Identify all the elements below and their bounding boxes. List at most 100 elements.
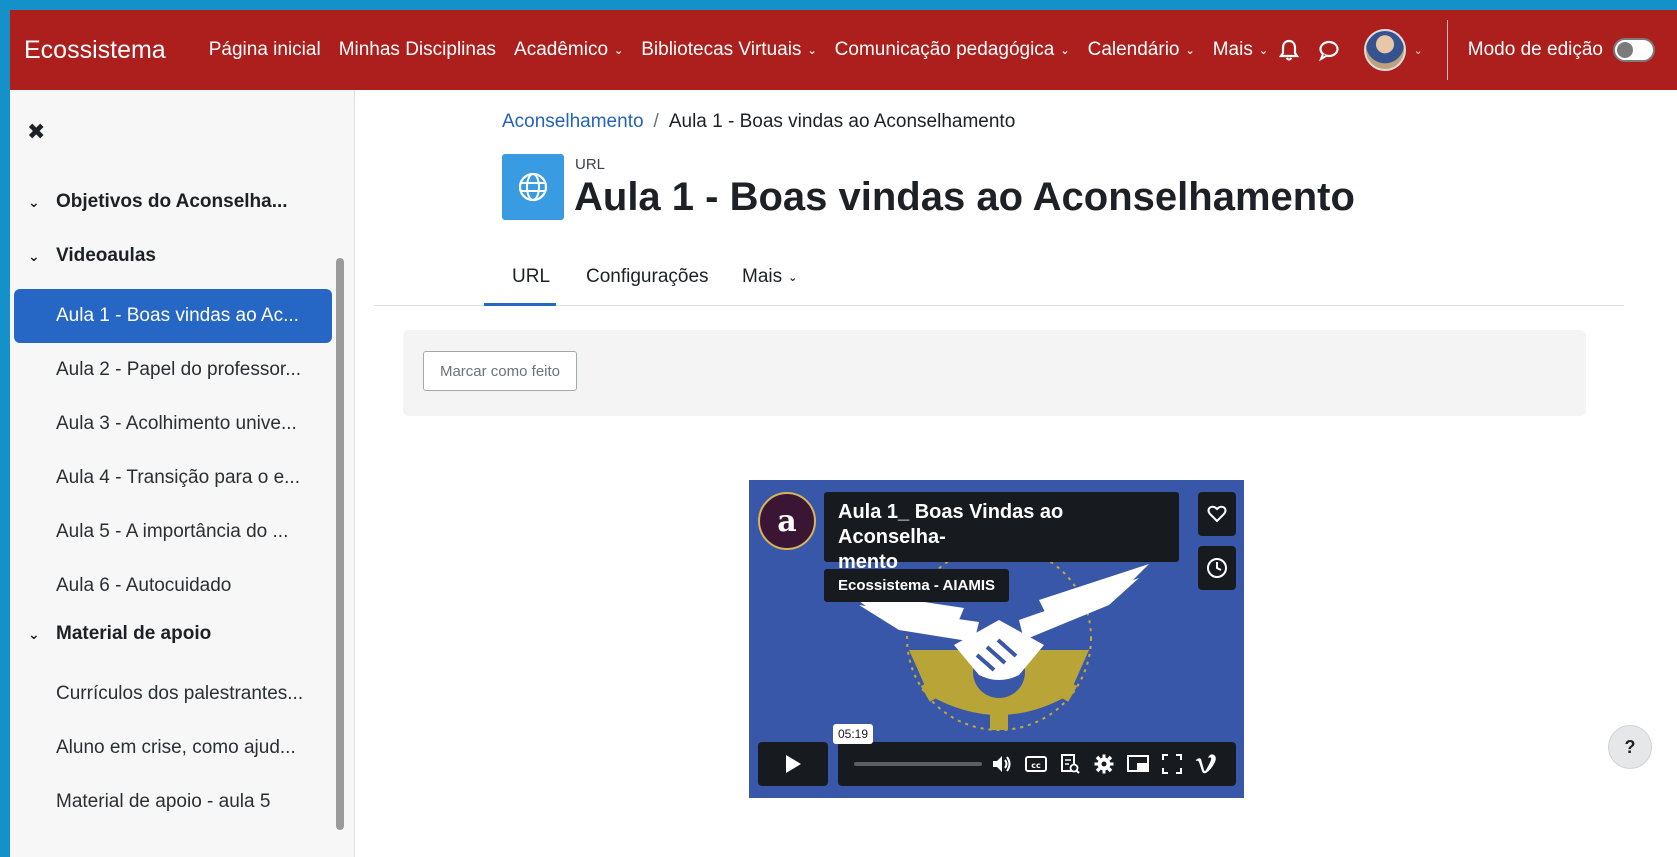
tab-settings[interactable]: Configurações <box>586 266 709 288</box>
sidebar-scrollbar[interactable] <box>336 258 344 830</box>
vimeo-icon[interactable] <box>1194 752 1218 776</box>
clock-icon[interactable] <box>1198 546 1236 590</box>
sidebar-item-label: Aula 1 - Boas vindas ao Ac... <box>56 305 299 326</box>
activity-completion: Marcar como feito <box>403 330 1586 416</box>
secondary-navigation: URL Configurações Mais ⌄ <box>374 250 1624 306</box>
video-controls: cc <box>990 752 1228 776</box>
video-time-tooltip: 05:19 <box>833 724 874 744</box>
chevron-down-icon: ⌄ <box>1185 44 1195 57</box>
picture-in-picture-icon[interactable] <box>1126 752 1150 776</box>
sidebar-item-aula-1[interactable]: Aula 1 - Boas vindas ao Ac... <box>14 289 332 343</box>
globe-icon <box>502 154 564 220</box>
sidebar-section-objectives[interactable]: ⌄ Objetivos do Aconselha... <box>28 191 288 213</box>
tab-label: Configurações <box>586 266 709 287</box>
sidebar-section-videoaulas[interactable]: ⌄ Videoaulas <box>28 245 156 267</box>
volume-icon[interactable] <box>990 752 1014 776</box>
sidebar-item-aula-4[interactable]: Aula 4 - Transição para o e... <box>14 451 332 505</box>
edit-mode-label: Modo de edição <box>1467 39 1603 60</box>
chat-icon[interactable] <box>1316 37 1342 63</box>
svg-text:cc: cc <box>1031 761 1041 770</box>
tab-label: URL <box>512 266 551 287</box>
section-label: Videoaulas <box>56 245 156 266</box>
activity-type-label: URL <box>575 156 606 173</box>
breadcrumb-separator: / <box>653 111 659 132</box>
nav-virtual-libraries[interactable]: Bibliotecas Virtuais ⌄ <box>641 39 816 61</box>
play-icon <box>786 755 801 773</box>
sidebar-item-aluno-em-crise[interactable]: Aluno em crise, como ajud... <box>14 721 332 775</box>
sidebar-item-aula-5[interactable]: Aula 5 - A importância do ... <box>14 505 332 559</box>
sidebar-item-label: Aula 3 - Acolhimento unive... <box>56 413 297 434</box>
channel-avatar[interactable]: a <box>758 492 816 550</box>
chevron-down-icon: ⌄ <box>1258 44 1269 57</box>
close-icon[interactable]: ✖ <box>27 119 45 145</box>
breadcrumb-current: Aula 1 - Boas vindas ao Aconselhamento <box>668 111 1016 132</box>
tab-label: Mais <box>742 266 783 287</box>
sidebar-item-label: Aula 2 - Papel do professor... <box>56 359 302 380</box>
nav-more-label: Mais <box>1212 39 1253 60</box>
brand-logo[interactable]: Ecossistema <box>24 36 166 65</box>
sidebar-item-material-aula-5[interactable]: Material de apoio - aula 5 <box>14 775 332 829</box>
nav-more[interactable]: Mais ⌄ <box>1213 39 1268 61</box>
sidebar-item-label: Material de apoio - aula 5 <box>56 791 271 812</box>
chevron-down-icon: ⌄ <box>807 44 817 57</box>
nav-calendar[interactable]: Calendário ⌄ <box>1088 39 1195 61</box>
course-index-drawer: ✖ ⌄ Objetivos do Aconselha... ⌄ Videoaul… <box>10 90 355 857</box>
transcript-icon[interactable] <box>1058 752 1082 776</box>
sidebar-item-curriculos[interactable]: Currículos dos palestrantes... <box>14 667 332 721</box>
help-button[interactable]: ? <box>1608 725 1652 769</box>
top-navbar: Ecossistema Página inicial Minhas Discip… <box>10 10 1677 90</box>
nav-home-label: Página inicial <box>208 39 321 60</box>
nav-pedagogical-communication-label: Comunicação pedagógica <box>834 39 1055 60</box>
bell-icon[interactable] <box>1276 37 1302 63</box>
active-tab-indicator <box>484 303 556 306</box>
sidebar-section-material[interactable]: ⌄ Material de apoio <box>28 623 211 645</box>
sidebar-item-label: Aula 4 - Transição para o e... <box>56 467 300 488</box>
fullscreen-icon[interactable] <box>1160 752 1184 776</box>
navbar-divider <box>1446 20 1448 80</box>
sidebar-item-label: Aula 5 - A importância do ... <box>56 521 289 542</box>
tab-more[interactable]: Mais ⌄ <box>742 266 797 288</box>
nav-my-courses[interactable]: Minhas Disciplinas <box>339 39 496 61</box>
edit-mode-toggle[interactable] <box>1613 38 1655 62</box>
sidebar-item-label: Aluno em crise, como ajud... <box>56 737 296 758</box>
chevron-down-icon: ⌄ <box>1060 44 1070 57</box>
nav-my-courses-label: Minhas Disciplinas <box>338 39 497 60</box>
breadcrumb-course-link[interactable]: Aconselhamento <box>502 111 644 133</box>
video-title[interactable]: Aula 1_ Boas Vindas ao Aconselha- mento <box>824 492 1179 573</box>
sidebar-item-aula-2[interactable]: Aula 2 - Papel do professor... <box>14 343 332 397</box>
chevron-down-icon[interactable]: ⌄ <box>1414 44 1423 57</box>
nav-academic[interactable]: Acadêmico ⌄ <box>514 39 623 61</box>
nav-pedagogical-communication[interactable]: Comunicação pedagógica ⌄ <box>835 39 1070 61</box>
chevron-down-icon: ⌄ <box>28 247 40 264</box>
heart-icon[interactable] <box>1198 492 1236 536</box>
chevron-down-icon: ⌄ <box>28 193 40 210</box>
video-player[interactable]: a Aula 1_ Boas Vindas ao Aconselha- ment… <box>749 480 1244 798</box>
chevron-down-icon: ⌄ <box>788 271 798 284</box>
captions-icon[interactable]: cc <box>1024 752 1048 776</box>
video-control-bar: cc <box>838 742 1236 786</box>
chevron-down-icon: ⌄ <box>28 625 40 642</box>
chevron-down-icon: ⌄ <box>614 44 624 57</box>
nav-academic-label: Acadêmico <box>514 39 609 60</box>
play-button[interactable] <box>758 742 828 786</box>
sidebar-item-label: Currículos dos palestrantes... <box>56 683 304 704</box>
video-progress-bar[interactable] <box>854 762 982 766</box>
sidebar-item-aula-6[interactable]: Aula 6 - Autocuidado <box>14 559 332 613</box>
sidebar-item-aula-3[interactable]: Aula 3 - Acolhimento unive... <box>14 397 332 451</box>
page-title: Aula 1 - Boas vindas ao Aconselhamento <box>574 175 1355 219</box>
settings-icon[interactable] <box>1092 752 1116 776</box>
nav-home[interactable]: Página inicial <box>209 39 321 61</box>
video-channel-name[interactable]: Ecossistema - AIAMIS <box>824 569 1009 602</box>
section-label: Material de apoio <box>56 623 212 644</box>
browser-frame: Ecossistema Página inicial Minhas Discip… <box>10 10 1677 857</box>
nav-calendar-label: Calendário <box>1087 39 1180 60</box>
sidebar-item-label: Aula 6 - Autocuidado <box>56 575 232 596</box>
avatar[interactable] <box>1363 29 1406 71</box>
breadcrumb: Aconselhamento / Aula 1 - Boas vindas ao… <box>502 111 1015 133</box>
video-title-line: Aula 1_ Boas Vindas ao Aconselha- <box>838 501 1064 548</box>
nav-virtual-libraries-label: Bibliotecas Virtuais <box>641 39 802 60</box>
section-label: Objetivos do Aconselha... <box>56 191 288 212</box>
mark-as-done-button[interactable]: Marcar como feito <box>423 351 577 391</box>
navbar-right: ⌄ Modo de edição <box>1276 10 1677 90</box>
tab-url[interactable]: URL <box>512 266 550 288</box>
